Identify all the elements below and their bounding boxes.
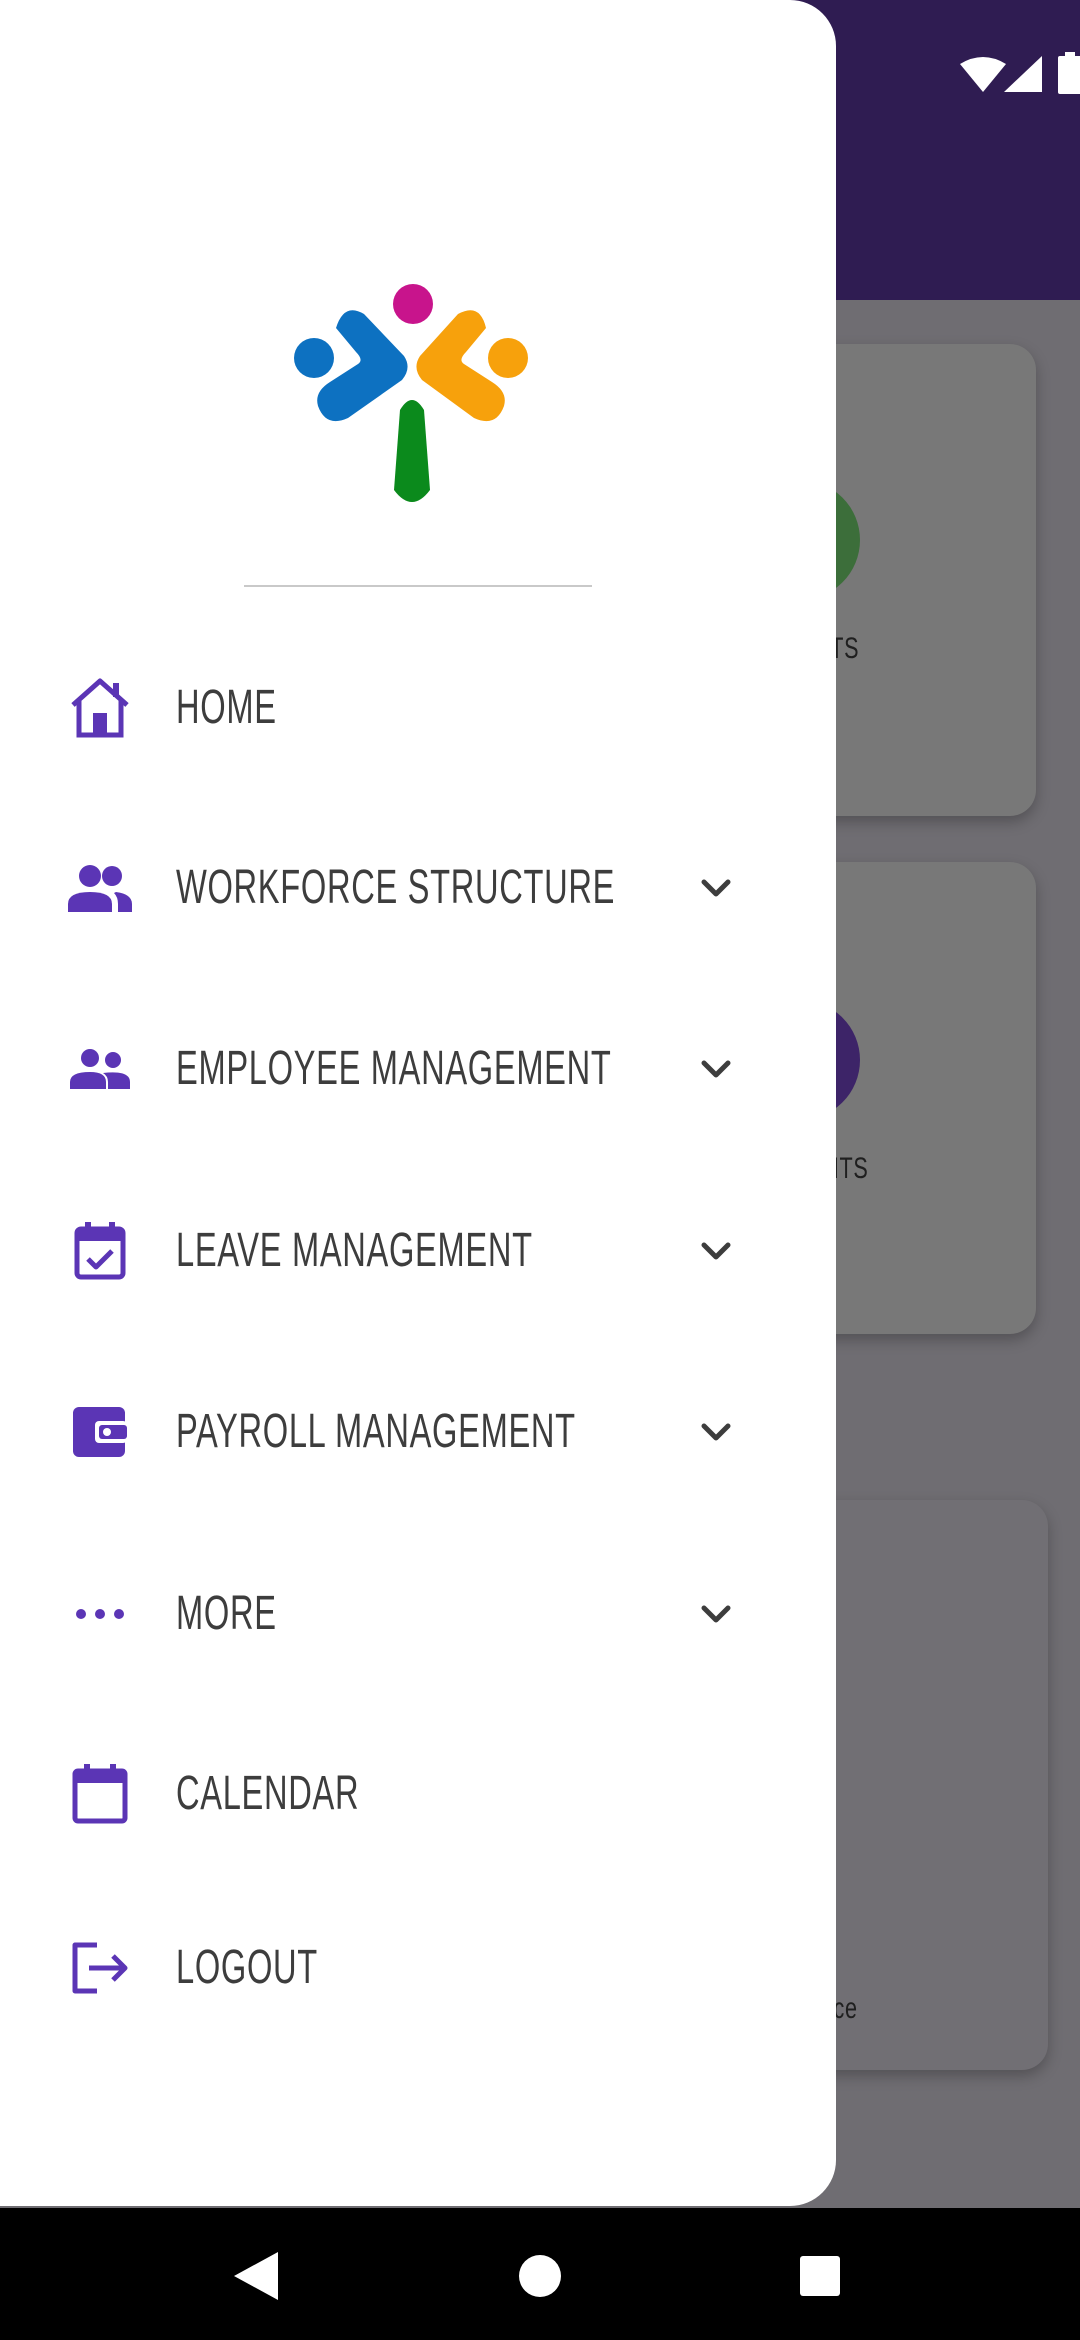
chevron-down-icon[interactable] bbox=[694, 1594, 738, 1634]
status-bar-icons bbox=[880, 52, 1080, 94]
recents-icon[interactable] bbox=[800, 2256, 840, 2296]
menu-item-label: PAYROLL MANAGEMENT bbox=[176, 1405, 576, 1458]
home-icon bbox=[64, 676, 136, 740]
chevron-down-icon[interactable] bbox=[694, 1049, 738, 1089]
logo-divider bbox=[244, 585, 592, 587]
more-horizontal-icon bbox=[64, 1582, 136, 1646]
menu-item-label: LOGOUT bbox=[176, 1941, 318, 1994]
back-icon[interactable] bbox=[234, 2252, 278, 2300]
menu-item-label: CALENDAR bbox=[176, 1767, 360, 1820]
menu-item-label: MORE bbox=[176, 1587, 277, 1640]
menu-item-label: HOME bbox=[176, 681, 277, 734]
menu-item-workforce-structure[interactable]: WORKFORCE STRUCTURE bbox=[0, 826, 836, 946]
signal-icon bbox=[1004, 56, 1042, 92]
app-logo bbox=[294, 284, 528, 502]
menu-item-home[interactable]: HOME bbox=[0, 646, 836, 766]
wallet-icon bbox=[64, 1400, 136, 1464]
people-icon bbox=[64, 1037, 136, 1101]
calendar-icon bbox=[64, 1762, 136, 1826]
menu-item-label: WORKFORCE STRUCTURE bbox=[176, 861, 616, 914]
menu-item-logout[interactable]: LOGOUT bbox=[0, 1906, 836, 2026]
system-navigation-bar bbox=[0, 2208, 1080, 2340]
chevron-down-icon[interactable] bbox=[694, 1231, 738, 1271]
navigation-drawer: HOME WORKFORCE STRUCTURE EMPLOYEE MANAGE… bbox=[0, 0, 836, 2206]
battery-icon bbox=[1058, 52, 1080, 94]
chevron-down-icon[interactable] bbox=[694, 1412, 738, 1452]
logout-icon bbox=[64, 1936, 136, 2000]
home-circle-icon[interactable] bbox=[518, 2254, 562, 2298]
menu-item-employee-management[interactable]: EMPLOYEE MANAGEMENT bbox=[0, 1007, 836, 1127]
wifi-icon bbox=[960, 57, 1006, 92]
menu-item-label: EMPLOYEE MANAGEMENT bbox=[176, 1042, 612, 1095]
group-icon bbox=[64, 856, 136, 920]
event-available-icon bbox=[64, 1219, 136, 1283]
menu-item-label: LEAVE MANAGEMENT bbox=[176, 1224, 533, 1277]
menu-item-payroll-management[interactable]: PAYROLL MANAGEMENT bbox=[0, 1370, 836, 1490]
menu-item-more[interactable]: MORE bbox=[0, 1552, 836, 1672]
menu-item-calendar[interactable]: CALENDAR bbox=[0, 1732, 836, 1852]
menu-item-leave-management[interactable]: LEAVE MANAGEMENT bbox=[0, 1189, 836, 1309]
chevron-down-icon[interactable] bbox=[694, 868, 738, 908]
